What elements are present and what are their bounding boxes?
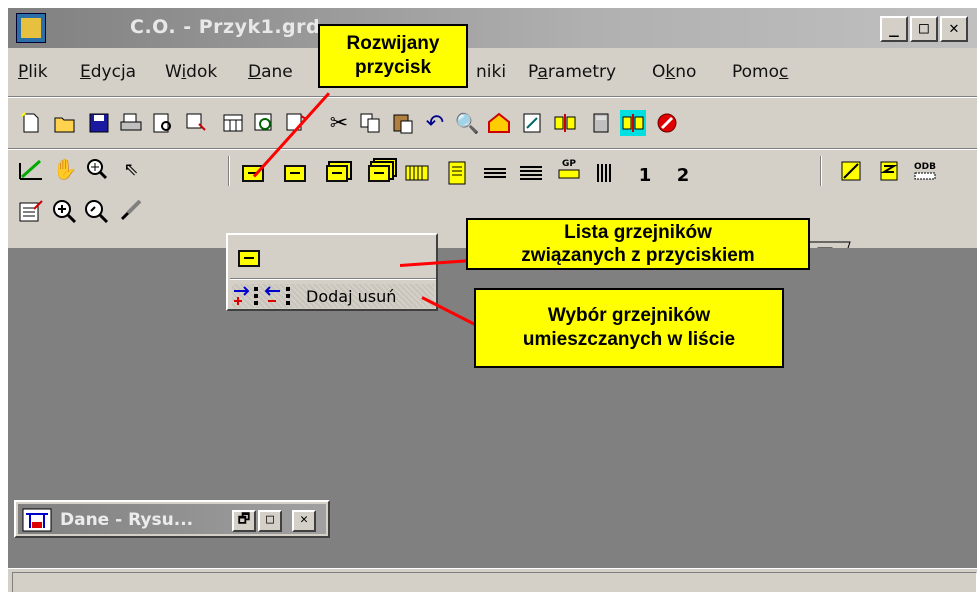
valve-icon[interactable]: [838, 158, 864, 184]
toolbar-divider: [820, 156, 822, 186]
pointer-icon[interactable]: ⇖: [118, 156, 144, 182]
radiator-icon: [238, 250, 260, 267]
column-radiator-button[interactable]: [592, 160, 618, 186]
paintbrush-icon[interactable]: [118, 198, 144, 224]
callout-line: Wybór grzejników: [547, 305, 711, 326]
menu-edycja[interactable]: Edycja: [80, 62, 136, 82]
child-close-button[interactable]: ✕: [292, 510, 316, 532]
page-edit-icon[interactable]: [520, 110, 546, 136]
report-icon[interactable]: [284, 110, 310, 136]
menu-pomoc[interactable]: Pomoc: [732, 62, 788, 82]
variant-1-button[interactable]: 1: [632, 162, 658, 188]
add-remove-label: Dodaj usuń: [306, 286, 397, 306]
save-icon[interactable]: [86, 110, 112, 136]
toolbar-divider: [228, 156, 230, 186]
dropdown-radiator-item[interactable]: [230, 240, 436, 276]
menu-okno[interactable]: Okno: [652, 62, 696, 82]
zoom-previous-icon[interactable]: [84, 198, 110, 224]
split-active-icon[interactable]: [620, 110, 646, 136]
split-icon[interactable]: [552, 110, 578, 136]
status-panel: [12, 572, 977, 592]
regulator-icon[interactable]: [876, 158, 902, 184]
multi-tube-radiator-button[interactable]: [518, 160, 544, 186]
menu-plik[interactable]: Plik: [18, 62, 48, 82]
menu-wyniki[interactable]: niki: [476, 62, 506, 82]
radiator-icon: [368, 164, 390, 182]
radiator-type4-button[interactable]: [366, 160, 392, 186]
export-icon[interactable]: [184, 110, 210, 136]
child-window-title: Dane - Rysu...: [60, 510, 194, 530]
open-folder-icon[interactable]: [52, 110, 78, 136]
child-window-icon: [22, 508, 52, 532]
callout-line: związanych z przyciskiem: [521, 245, 755, 266]
calculator-icon[interactable]: [588, 110, 614, 136]
gp-label: GP: [562, 159, 576, 169]
copy-icon[interactable]: [358, 110, 384, 136]
callout-radiator-list: Lista grzejników związanych z przyciskie…: [466, 218, 810, 270]
callout-dropdown-button: Rozwijany przycisk: [318, 24, 468, 88]
ribbed-radiator-button[interactable]: [404, 160, 430, 186]
radiator-type3-button[interactable]: [324, 160, 350, 186]
callout-line: Rozwijany: [346, 33, 440, 54]
add-remove-arrows-icon: [234, 286, 290, 305]
maximize-button[interactable]: □: [910, 16, 938, 42]
zoom-page-icon[interactable]: [252, 110, 278, 136]
callout-line: Lista grzejników: [564, 222, 712, 243]
draw-tool-icon[interactable]: [18, 156, 44, 182]
menu-parametry[interactable]: Parametry: [528, 62, 616, 82]
app-icon[interactable]: [16, 13, 46, 43]
child-restore-button[interactable]: 🗗: [232, 510, 256, 532]
building-icon[interactable]: [486, 110, 512, 136]
gp-radiator-button[interactable]: GP: [556, 156, 582, 182]
new-file-icon[interactable]: [18, 110, 44, 136]
zoom-in-arrow-icon[interactable]: [52, 198, 78, 224]
print-preview-icon[interactable]: [150, 110, 176, 136]
variant-2-button[interactable]: 2: [670, 162, 696, 188]
window-title: C.O. - Przyk1.grd: [130, 16, 321, 38]
table-icon[interactable]: [220, 110, 246, 136]
find-icon[interactable]: 🔍: [454, 110, 480, 136]
add-remove-item[interactable]: Dodaj usuń: [232, 284, 434, 308]
radiator-icon: [284, 164, 306, 182]
stop-icon[interactable]: [654, 110, 680, 136]
close-button[interactable]: ✕: [940, 16, 968, 42]
child-maximize-button[interactable]: □: [258, 510, 282, 532]
menu-separator: [8, 96, 977, 98]
zoom-in-icon[interactable]: [84, 156, 110, 182]
cut-icon[interactable]: ✂: [326, 110, 352, 136]
minimize-button[interactable]: _: [880, 16, 908, 42]
callout-line: umieszczanych w liście: [522, 329, 736, 350]
print-icon[interactable]: [118, 110, 144, 136]
panel-radiator-button[interactable]: [444, 160, 470, 186]
standard-toolbar: ✂ ↶ 🔍: [14, 104, 977, 146]
radiator-type2-button[interactable]: [282, 160, 308, 186]
undo-icon[interactable]: ↶: [422, 110, 448, 136]
toolbar-separator: [8, 148, 977, 150]
odb-label: ODB: [914, 162, 936, 172]
dropdown-separator: [230, 278, 436, 280]
tube-radiator-button[interactable]: [482, 160, 508, 186]
properties-icon[interactable]: [18, 198, 44, 224]
callout-radiator-selection: Wybór grzejników umieszczanych w liście: [474, 288, 784, 368]
odb-button[interactable]: ODB: [912, 158, 938, 184]
callout-line: przycisk: [354, 57, 432, 78]
hand-pan-icon[interactable]: ✋: [52, 156, 78, 182]
radiator-icon: [326, 164, 348, 182]
menu-widok[interactable]: Widok: [165, 62, 217, 82]
paste-icon[interactable]: [390, 110, 416, 136]
menu-dane[interactable]: Dane: [248, 62, 293, 82]
